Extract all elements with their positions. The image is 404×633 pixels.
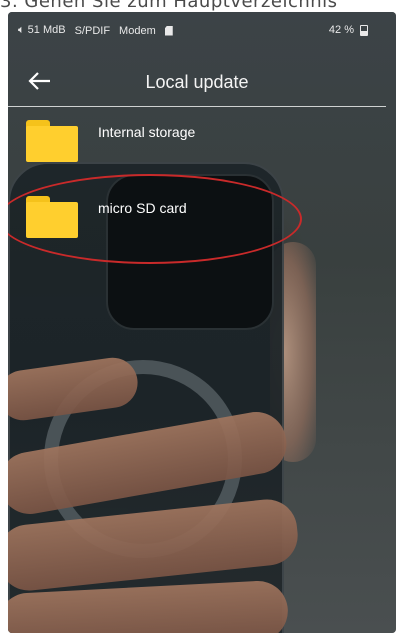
volume-indicator: 🔈︎ 51 MdB	[18, 24, 66, 37]
status-left: 🔈︎ 51 MdB S/PDIF Modem	[18, 24, 173, 37]
battery-label: 42 %	[328, 24, 354, 36]
volume-label: 51 MdB	[27, 24, 66, 36]
list-item-label: micro SD card	[98, 200, 187, 216]
list-item-micro-sd-card[interactable]: micro SD card	[8, 190, 386, 260]
list-item-label: Internal storage	[98, 124, 196, 140]
status-right: 42 %	[329, 24, 368, 36]
sdcard-icon	[164, 25, 173, 36]
page-title: Local update	[145, 72, 249, 92]
app-bar: Local update	[8, 56, 386, 107]
screenshot-stage: 3. Gehen Sie zum Hauptverzeichnis 🔈︎ 51 …	[0, 0, 404, 633]
modem-label: Modem	[119, 24, 156, 37]
speaker-icon: 🔈︎	[18, 24, 25, 36]
spdif-label: S/PDIF	[74, 24, 111, 37]
battery-icon	[360, 24, 368, 36]
device-screen: 🔈︎ 51 MdB S/PDIF Modem 42 % Local update…	[8, 12, 396, 633]
folder-icon	[26, 196, 78, 238]
status-bar: 🔈︎ 51 MdB S/PDIF Modem 42 %	[8, 12, 396, 46]
device-photo: 🔈︎ 51 MdB S/PDIF Modem 42 % Local update…	[8, 12, 396, 633]
folder-icon	[26, 120, 78, 162]
list-item-internal-storage[interactable]: Internal storage	[8, 112, 386, 182]
